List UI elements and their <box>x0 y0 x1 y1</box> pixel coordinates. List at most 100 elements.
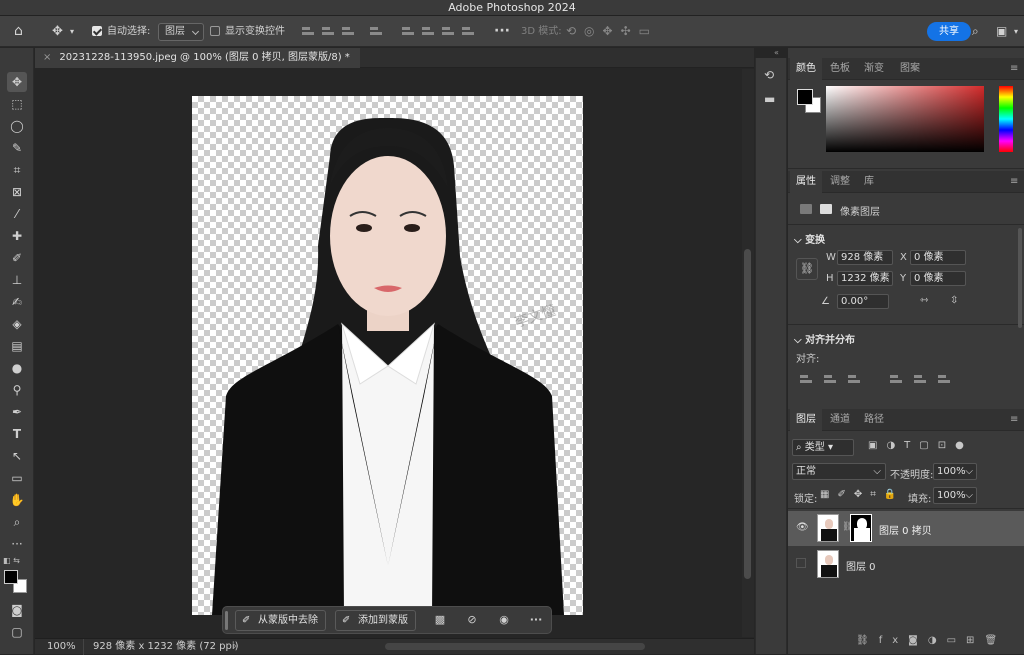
tab-paths[interactable]: 路径 <box>864 409 884 431</box>
layer-style-icon[interactable]: fx <box>879 635 908 646</box>
layer-row[interactable]: 👁 ⛓ 图层 0 拷贝 <box>788 511 1024 546</box>
panel-menu-icon[interactable]: ≡ <box>1010 171 1018 193</box>
dodge-tool-icon[interactable]: ⚲ <box>7 380 27 400</box>
angle-field[interactable]: 0.00° <box>837 294 889 309</box>
more-options-icon[interactable]: ··· <box>529 613 543 627</box>
zoom-level[interactable]: 100% <box>47 639 76 655</box>
opacity-field[interactable]: 100% ⌵ <box>933 463 977 480</box>
layer-filter-icons[interactable]: ▣◑T▢⊡● <box>868 440 973 451</box>
align-left-icon[interactable] <box>302 26 314 36</box>
comments-panel-icon[interactable]: ▬ <box>764 92 775 106</box>
status-chevron-icon[interactable]: › <box>233 639 237 655</box>
pen-tool-icon[interactable]: ✒ <box>7 402 27 422</box>
eyedropper-tool-icon[interactable]: ⁄ <box>7 204 27 224</box>
foreground-color-swatch[interactable] <box>4 570 18 584</box>
show-transform-checkbox[interactable]: 显示变换控件 <box>210 16 285 47</box>
blur-tool-icon[interactable]: ● <box>7 358 27 378</box>
layer-row[interactable]: 图层 0 <box>788 547 1024 582</box>
flip-horizontal-icon[interactable]: ⇿ <box>920 295 928 306</box>
frame-tool-icon[interactable]: ⊠ <box>7 182 27 202</box>
height-field[interactable]: 1232 像素 <box>837 271 893 286</box>
layer-mask-thumbnail[interactable] <box>850 514 872 542</box>
gradient-tool-icon[interactable]: ▤ <box>7 336 27 356</box>
horizontal-scrollbar-thumb[interactable] <box>385 643 645 650</box>
align-section-title[interactable]: ⌵ 对齐并分布 <box>794 331 855 346</box>
move-tool-icon[interactable]: ✥ <box>52 16 63 47</box>
align-hcenter-icon[interactable] <box>824 374 836 384</box>
document-canvas[interactable]: 李文懂 <box>192 96 583 615</box>
align-vcenter-icon[interactable] <box>422 26 434 36</box>
history-brush-icon[interactable]: ✍ <box>7 292 27 312</box>
add-mask-icon[interactable]: ◙ <box>908 635 928 646</box>
path-select-tool-icon[interactable]: ↖ <box>7 446 27 466</box>
width-field[interactable]: 928 像素 <box>837 250 893 265</box>
align-top-icon[interactable] <box>402 26 414 36</box>
adjustment-layer-icon[interactable]: ◑ <box>928 635 947 646</box>
crop-tool-icon[interactable]: ⌗ <box>7 160 27 180</box>
vertical-scrollbar[interactable] <box>742 69 754 637</box>
panel-menu-icon[interactable]: ≡ <box>1010 58 1018 80</box>
more-options-icon[interactable]: ··· <box>494 16 510 47</box>
tab-adjustments[interactable]: 调整 <box>830 171 850 193</box>
type-tool-icon[interactable]: T <box>7 424 27 444</box>
brush-tool-icon[interactable]: ✐ <box>7 248 27 268</box>
disable-mask-icon[interactable]: ⊘ <box>465 613 479 627</box>
healing-tool-icon[interactable]: ✚ <box>7 226 27 246</box>
delete-layer-icon[interactable]: 🗑 <box>984 635 1007 646</box>
visibility-toggle[interactable] <box>796 558 806 568</box>
tab-patterns[interactable]: 图案 <box>900 58 920 80</box>
new-group-icon[interactable]: ▭ <box>947 635 966 646</box>
align-vcenter-icon[interactable] <box>914 374 926 384</box>
distribute-icon[interactable] <box>370 26 382 36</box>
align-bottom-icon[interactable] <box>938 374 950 384</box>
tab-properties[interactable]: 属性 <box>790 171 822 193</box>
link-dimensions-icon[interactable]: ⛓ <box>796 258 818 280</box>
x-field[interactable]: 0 像素 <box>910 250 966 265</box>
panel-menu-icon[interactable]: ≡ <box>1010 409 1018 431</box>
quick-mask-icon[interactable]: ◙ <box>7 600 27 620</box>
auto-select-checkbox[interactable]: 自动选择: <box>92 16 150 47</box>
y-field[interactable]: 0 像素 <box>910 271 966 286</box>
align-top-icon[interactable] <box>890 374 902 384</box>
distribute-vertical-icon[interactable] <box>462 26 474 36</box>
tab-swatches[interactable]: 色板 <box>830 58 850 80</box>
close-tab-icon[interactable]: × <box>43 52 51 63</box>
flip-vertical-icon[interactable]: ⇳ <box>950 295 958 306</box>
tab-libraries[interactable]: 库 <box>864 171 874 193</box>
quick-select-tool-icon[interactable]: ✎ <box>7 138 27 158</box>
scrollbar-thumb[interactable] <box>744 249 751 579</box>
workspace-chevron-icon[interactable]: ▾ <box>1014 16 1018 47</box>
tab-layers[interactable]: 图层 <box>790 409 822 431</box>
align-right-icon[interactable] <box>848 374 860 384</box>
history-panel-icon[interactable]: ⟲ <box>764 68 774 82</box>
edit-toolbar-icon[interactable]: ··· <box>7 534 27 554</box>
lock-buttons[interactable]: ▦✐✥⌗🔒 <box>820 489 904 500</box>
add-to-mask-button[interactable]: ✐ 添加到蒙版 <box>335 610 416 631</box>
blend-mode-dropdown[interactable]: 正常 ⌵ <box>792 463 886 480</box>
collapse-panels-icon[interactable]: « <box>774 48 779 57</box>
drag-handle[interactable] <box>225 611 228 630</box>
stamp-tool-icon[interactable]: ⊥ <box>7 270 27 290</box>
3d-mode-icons[interactable]: ⟲◎✥✣▭ <box>566 16 658 47</box>
mask-options-icon[interactable]: ▩ <box>433 613 447 627</box>
align-left-icon[interactable] <box>800 374 812 384</box>
align-bottom-icon[interactable] <box>442 26 454 36</box>
move-tool-icon[interactable]: ✥ <box>7 72 27 92</box>
transform-section-title[interactable]: ⌵ 变换 <box>794 231 825 246</box>
tab-gradients[interactable]: 渐变 <box>864 58 884 80</box>
lasso-tool-icon[interactable]: ◯ <box>7 116 27 136</box>
marquee-tool-icon[interactable]: ⬚ <box>7 94 27 114</box>
remove-from-mask-button[interactable]: ✐ 从蒙版中去除 <box>235 610 326 631</box>
hue-slider[interactable] <box>999 86 1013 152</box>
workspace-icon[interactable]: ▣ <box>996 16 1007 47</box>
document-tab[interactable]: × 20231228-113950.jpeg @ 100% (图层 0 拷贝, 图… <box>35 48 360 68</box>
tool-preset-chevron-icon[interactable]: ▾ <box>70 16 74 47</box>
foreground-color-swatch[interactable] <box>797 89 813 105</box>
eraser-tool-icon[interactable]: ◈ <box>7 314 27 334</box>
layer-filter-dropdown[interactable]: ⌕ 类型 ▾ <box>792 439 854 456</box>
fill-field[interactable]: 100% ⌵ <box>933 487 977 504</box>
search-icon[interactable]: ⌕ <box>972 16 979 47</box>
hand-tool-icon[interactable]: ✋ <box>7 490 27 510</box>
mask-icon[interactable] <box>820 204 832 214</box>
tab-channels[interactable]: 通道 <box>830 409 850 431</box>
